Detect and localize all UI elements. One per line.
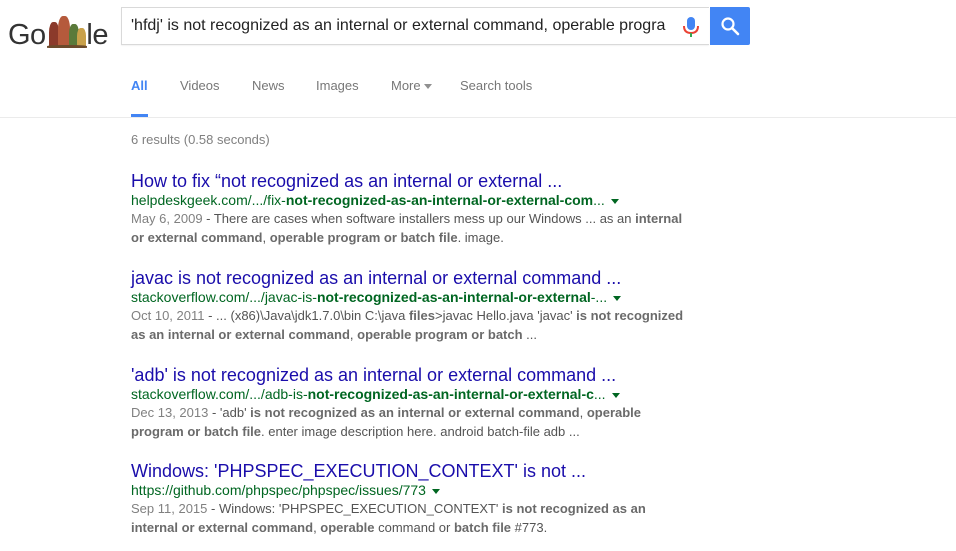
dropdown-arrow-icon[interactable] [613, 295, 622, 301]
tab-videos[interactable]: Videos [180, 78, 220, 117]
snippet-text: ... [522, 326, 538, 342]
tab-images[interactable]: Images [316, 78, 359, 117]
tab-label: Images [316, 78, 359, 93]
tab-news[interactable]: News [252, 78, 285, 117]
search-box [121, 7, 709, 45]
chevron-down-icon [423, 84, 432, 90]
result-date: May 6, 2009 [131, 211, 203, 226]
search-tabs: All Videos News Images More Search tools [0, 66, 956, 117]
snippet-bold-text: operable program or batch [357, 326, 523, 342]
snippet-text: - 'adb' [208, 405, 251, 420]
tab-all[interactable]: All [131, 78, 148, 117]
search-result: How to fix “not recognized as an interna… [131, 170, 691, 247]
snippet-bold-text: operable [320, 519, 375, 535]
url-bold-text: not-recognized-as-an-internal-or-externa… [316, 289, 591, 305]
dropdown-arrow-icon[interactable] [610, 198, 619, 204]
search-icon [721, 17, 740, 36]
snippet-bold-text: is not recognized as an internal or exte… [250, 405, 580, 420]
snippet-text: , [579, 405, 587, 420]
snippet-text: command or [374, 519, 454, 535]
logo-text-suffix: le [86, 19, 108, 51]
snippet-text: - Windows: 'PHPSPEC_EXECUTION_CONTEXT' [207, 501, 503, 516]
snippet-text: >javac Hello.java 'javac' [434, 308, 577, 323]
url-text: ... [593, 192, 605, 208]
result-snippet: Sep 11, 2015 - Windows: 'PHPSPEC_EXECUTI… [131, 500, 691, 537]
result-url[interactable]: helpdeskgeek.com/.../fix-not-recognized-… [131, 192, 691, 209]
result-url[interactable]: https://github.com/phpspec/phpspec/issue… [131, 482, 691, 499]
url-bold-text: not-recognized-as-an-internal-or-externa… [285, 192, 594, 208]
tab-label: Videos [180, 78, 220, 93]
search-result: javac is not recognized as an internal o… [131, 267, 691, 344]
result-url[interactable]: stackoverflow.com/.../adb-is-not-recogni… [131, 386, 691, 403]
snippet-text: , [262, 229, 270, 245]
snippet-text: . enter image description here. android … [261, 423, 580, 439]
result-title-link[interactable]: How to fix “not recognized as an interna… [131, 170, 691, 192]
result-stats: 6 results (0.58 seconds) [131, 132, 270, 147]
snippet-text: #773. [511, 519, 548, 535]
snippet-text: - ... (x86)\Java\jdk1.7.0\bin C:\java [204, 308, 409, 323]
snippet-text: - There are cases when software installe… [202, 211, 636, 226]
search-result: Windows: 'PHPSPEC_EXECUTION_CONTEXT' is … [131, 460, 691, 537]
result-title-link[interactable]: javac is not recognized as an internal o… [131, 267, 691, 289]
header: Go le All Videos News Images More Search… [0, 0, 956, 118]
snippet-bold-text: operable program or batch file [269, 229, 458, 245]
tab-label: All [131, 78, 148, 93]
tab-search-tools[interactable]: Search tools [460, 78, 532, 117]
result-snippet: Oct 10, 2011 - ... (x86)\Java\jdk1.7.0\b… [131, 307, 691, 344]
google-doodle-logo[interactable]: Go le [8, 10, 108, 52]
result-date: Sep 11, 2015 [131, 501, 208, 516]
snippet-bold-text: batch file [453, 519, 512, 535]
url-text: ... [593, 386, 606, 402]
snippet-text: . image. [457, 229, 504, 245]
tab-label: Search tools [460, 78, 533, 93]
dropdown-arrow-icon[interactable] [431, 488, 440, 494]
doodle-figures-icon [46, 14, 87, 52]
logo-text-prefix: Go [8, 19, 46, 51]
result-url[interactable]: stackoverflow.com/.../javac-is-not-recog… [131, 289, 691, 306]
url-text: helpdeskgeek.com/.../fix- [131, 192, 286, 208]
result-title-link[interactable]: Windows: 'PHPSPEC_EXECUTION_CONTEXT' is … [131, 460, 691, 482]
dropdown-arrow-icon[interactable] [611, 392, 620, 398]
search-result: 'adb' is not recognized as an internal o… [131, 364, 691, 441]
url-text: stackoverflow.com/.../javac-is- [131, 289, 317, 305]
url-text: -... [590, 289, 608, 305]
url-bold-text: not-recognized-as-an-internal-or-externa… [307, 386, 594, 402]
tab-label: News [252, 78, 285, 93]
url-text: stackoverflow.com/.../adb-is- [131, 386, 308, 402]
result-date: Oct 10, 2011 [131, 308, 205, 323]
search-button[interactable] [710, 7, 750, 45]
url-text: https://github.com/phpspec/phpspec/issue… [131, 482, 426, 498]
result-date: Dec 13, 2013 [131, 405, 209, 420]
result-snippet: Dec 13, 2013 - 'adb' is not recognized a… [131, 404, 691, 441]
snippet-bold-text: files [408, 308, 435, 323]
search-input[interactable] [131, 8, 666, 44]
tab-label: More [391, 78, 421, 93]
result-title-link[interactable]: 'adb' is not recognized as an internal o… [131, 364, 691, 386]
microphone-icon[interactable] [681, 16, 701, 38]
result-snippet: May 6, 2009 - There are cases when softw… [131, 210, 691, 247]
tab-more[interactable]: More [391, 78, 432, 117]
